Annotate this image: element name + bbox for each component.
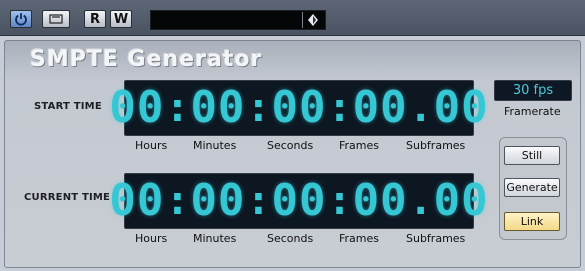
plugin-toolbar: R W [0,0,585,36]
unit-label-hours: Hours [135,139,168,152]
current-subframes: 00 [433,175,489,226]
power-button[interactable] [10,10,32,28]
preset-arrow-icon [308,14,318,26]
colon-separator: : [165,85,190,131]
preset-separator [302,12,303,28]
start-seconds[interactable]: 00 [272,86,327,130]
read-automation-button[interactable]: R [84,10,106,28]
unit-label-frames: Frames [339,232,380,245]
dot-separator: . [408,178,433,224]
preset-menu-button[interactable] [306,12,320,28]
bypass-icon [49,14,63,24]
colon-separator: : [246,178,271,224]
start-subframes[interactable]: 00 [434,86,489,130]
start-time-display[interactable]: 00 : 00 : 00 : 00 . 00 [109,80,488,136]
current-time-label: CURRENT TIME [24,192,111,203]
still-button[interactable]: Still [504,146,560,165]
link-button[interactable]: Link [504,212,560,231]
start-frames[interactable]: 00 [353,86,408,130]
dot-separator: . [408,85,433,131]
unit-label-minutes: Minutes [193,139,237,152]
preset-field[interactable] [150,10,326,30]
framerate-selector[interactable]: 30 fps [494,80,572,101]
unit-label-subframes: Subframes [406,232,466,245]
start-time-label: START TIME [34,101,102,112]
generate-button[interactable]: Generate [504,178,560,197]
current-time-display: 00 : 00 : 00 : 00 . 00 [109,173,488,229]
panel-title: SMPTE Generator [30,47,263,72]
unit-label-frames: Frames [339,139,380,152]
current-hours: 00 [109,175,165,226]
unit-label-subframes: Subframes [406,139,466,152]
framerate-label: Framerate [504,105,561,118]
start-hours[interactable]: 00 [109,86,164,130]
colon-separator: : [165,178,190,224]
power-icon [15,13,27,26]
start-minutes[interactable]: 00 [190,86,245,130]
colon-separator: : [327,178,352,224]
unit-label-minutes: Minutes [193,232,237,245]
current-frames: 00 [352,175,408,226]
colon-separator: : [246,85,271,131]
unit-label-hours: Hours [135,232,168,245]
unit-label-seconds: Seconds [267,139,314,152]
colon-separator: : [327,85,352,131]
bypass-button[interactable] [42,10,70,28]
current-minutes: 00 [190,175,246,226]
unit-label-seconds: Seconds [267,232,314,245]
write-automation-button[interactable]: W [110,10,132,28]
current-seconds: 00 [271,175,327,226]
